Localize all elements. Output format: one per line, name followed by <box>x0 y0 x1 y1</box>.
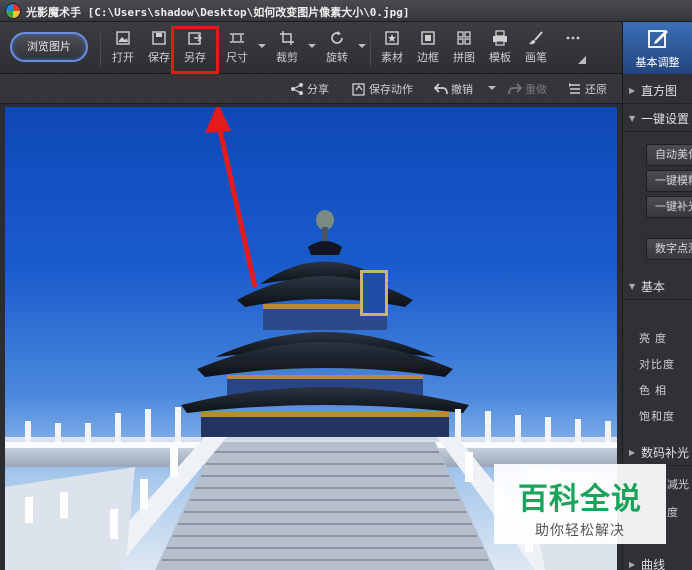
redo-label: 重做 <box>525 83 547 96</box>
grid-icon <box>457 31 471 45</box>
basic-section[interactable]: ▼ 基本 <box>623 274 692 300</box>
curve-label: 曲线 <box>641 558 666 570</box>
redo-button[interactable]: 重做 <box>508 81 547 97</box>
adjust-edit-icon <box>647 30 668 48</box>
rotate-icon <box>331 31 343 44</box>
toolbar-divider <box>370 32 371 66</box>
share-icon <box>291 83 303 95</box>
rotate-dropdown-chevron-icon[interactable] <box>358 44 366 48</box>
curve-section[interactable]: ▶ 曲线 <box>623 552 692 570</box>
border-button[interactable]: 边框 <box>411 28 445 68</box>
histogram-section[interactable]: ▶ 直方图 <box>623 78 692 104</box>
save-action-icon <box>352 83 365 96</box>
size-dropdown-chevron-icon[interactable] <box>258 44 266 48</box>
histogram-label: 直方图 <box>641 84 678 98</box>
collage-label: 拼图 <box>453 51 475 64</box>
material-button[interactable]: 素材 <box>375 28 409 68</box>
one-key-blur-button[interactable]: 一键模糊 <box>646 170 692 192</box>
one-key-section[interactable]: ▼ 一键设置 <box>623 106 692 132</box>
brush-icon <box>529 31 543 45</box>
share-button[interactable]: 分享 <box>290 81 329 97</box>
undo-button[interactable]: 撤销 <box>433 81 473 97</box>
degree-label: 度 <box>667 506 678 519</box>
file-path: [C:\Users\shadow\Desktop\如何改变图片像素大小\0.jp… <box>87 6 410 19</box>
save-action-button[interactable]: 保存动作 <box>352 81 413 97</box>
main-toolbar: 浏览图片 打开 保存 另存 尺寸 裁剪 旋转 素材 边框 拼图 模板 画笔 <box>0 22 622 74</box>
open-button[interactable]: 打开 <box>106 28 140 68</box>
window-title: 光影魔术手 [C:\Users\shadow\Desktop\如何改变图片像素大… <box>26 4 410 20</box>
more-dots-icon <box>566 36 580 40</box>
hue-label: 色相 <box>639 384 671 397</box>
collapsed-caret-icon: ▶ <box>629 448 636 457</box>
material-label: 素材 <box>381 51 403 64</box>
crop-label: 裁剪 <box>276 51 298 64</box>
sticker-icon <box>385 31 399 45</box>
brush-label: 画笔 <box>525 51 547 64</box>
brush-button[interactable]: 画笔 <box>519 28 553 68</box>
resize-icon <box>230 33 244 43</box>
reduce-light-label: 减光 <box>667 478 689 491</box>
undo-label: 撤销 <box>451 83 473 96</box>
collapsed-caret-icon: ▶ <box>629 86 636 95</box>
expand-corner-icon[interactable] <box>578 56 586 64</box>
one-key-fill-light-button[interactable]: 一键补光 <box>646 196 692 218</box>
collapsed-caret-icon: ▶ <box>629 560 636 569</box>
browse-images-button[interactable]: 浏览图片 <box>10 32 88 62</box>
crop-icon <box>280 31 294 45</box>
size-button[interactable]: 尺寸 <box>220 28 254 68</box>
template-button[interactable]: 模板 <box>483 28 517 68</box>
app-name: 光影魔术手 <box>26 6 81 19</box>
title-bar: 光影魔术手 [C:\Users\shadow\Desktop\如何改变图片像素大… <box>0 0 692 22</box>
share-label: 分享 <box>307 83 329 96</box>
undo-history-chevron-icon[interactable] <box>488 86 496 90</box>
one-key-label: 一键设置 <box>641 112 690 126</box>
expanded-caret-icon: ▼ <box>629 282 636 291</box>
open-image-icon <box>116 31 130 45</box>
digital-fill-label: 数码补光 <box>641 446 690 460</box>
digital-metering-button[interactable]: 数字点测光 <box>646 238 692 260</box>
border-label: 边框 <box>417 51 439 64</box>
rotate-label: 旋转 <box>326 51 348 64</box>
restore-label: 还原 <box>585 83 607 96</box>
template-label: 模板 <box>489 51 511 64</box>
app-logo-icon <box>5 3 21 19</box>
rotate-button[interactable]: 旋转 <box>320 28 354 68</box>
basic-label: 基本 <box>641 280 666 294</box>
open-label: 打开 <box>112 51 134 64</box>
save-as-highlight-box <box>171 26 219 74</box>
digital-fill-section[interactable]: ▶ 数码补光 <box>623 440 692 466</box>
toolbar-divider <box>100 32 101 66</box>
restore-icon <box>569 83 580 94</box>
size-label: 尺寸 <box>226 51 248 64</box>
collage-button[interactable]: 拼图 <box>447 28 481 68</box>
undo-icon <box>433 83 448 95</box>
restore-button[interactable]: 还原 <box>568 81 607 97</box>
tab-basic-adjust-label: 基本调整 <box>635 56 680 69</box>
save-action-label: 保存动作 <box>369 83 413 96</box>
print-template-icon <box>493 30 507 46</box>
frame-icon <box>421 31 435 45</box>
action-bar: 分享 保存动作 撤销 重做 还原 <box>0 74 622 104</box>
saturation-label: 饱和度 <box>639 410 675 423</box>
baike-watermark: 百科全说 助你轻松解决 <box>494 464 666 544</box>
watermark-slogan: 助你轻松解决 <box>535 523 625 539</box>
expanded-caret-icon: ▼ <box>629 114 636 123</box>
redo-icon <box>508 83 523 95</box>
auto-beautify-button[interactable]: 自动美化 <box>646 144 692 166</box>
tab-basic-adjust[interactable]: 基本调整 <box>622 22 692 74</box>
crop-dropdown-chevron-icon[interactable] <box>308 44 316 48</box>
watermark-title: 百科全说 <box>518 482 642 517</box>
crop-button[interactable]: 裁剪 <box>270 28 304 68</box>
save-icon <box>152 31 166 45</box>
brightness-label: 亮度 <box>639 332 671 345</box>
contrast-label: 对比度 <box>639 358 675 371</box>
